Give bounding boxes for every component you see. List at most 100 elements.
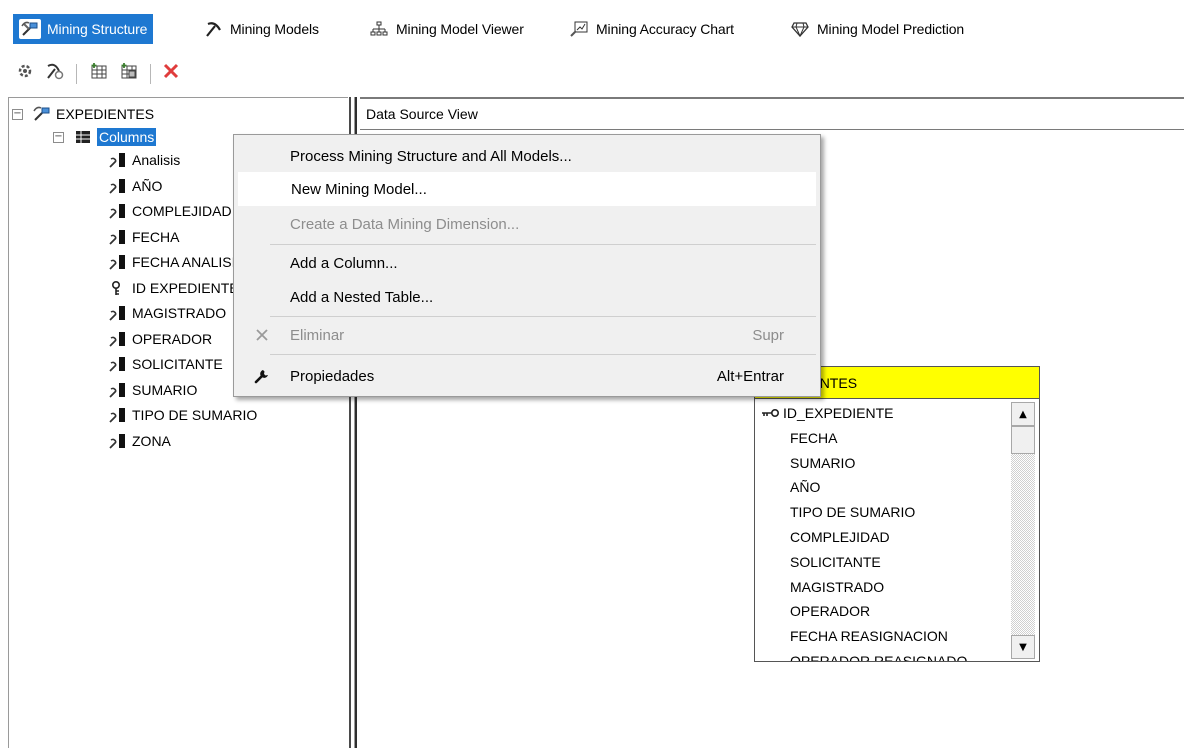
tree-column-label: AÑO [132, 177, 163, 194]
tree-root-label: EXPEDIENTES [56, 106, 155, 122]
tab-mining-accuracy-chart[interactable]: Mining Accuracy Chart [562, 14, 740, 44]
menu-item-process[interactable]: Process Mining Structure and All Models.… [238, 139, 816, 173]
table-column-row[interactable]: AÑO [761, 475, 820, 499]
mining-model-button[interactable] [42, 60, 68, 84]
table-column-row[interactable]: MAGISTRADO [761, 575, 884, 599]
dsv-title: Data Source View [366, 106, 478, 122]
table-column-row[interactable]: OPERADOR [761, 599, 870, 623]
add-nested-table-button[interactable] [116, 60, 142, 84]
table-column-row[interactable]: FECHA REASIGNACION [761, 624, 948, 648]
close-icon [252, 325, 272, 345]
tree-column-item[interactable]: COMPLEJIDAD [109, 201, 232, 221]
table-column-row[interactable]: SOLICITANTE [761, 550, 881, 574]
tree-column-item[interactable]: Analisis [109, 150, 180, 170]
add-column-button[interactable] [86, 60, 112, 84]
column-icon [109, 407, 127, 423]
process-button[interactable] [12, 60, 38, 84]
table-scrollbar[interactable]: ▲ ▼ [1011, 402, 1035, 659]
column-icon [109, 382, 127, 398]
column-icon [109, 152, 127, 168]
tree-columns-node[interactable]: − Columns [53, 127, 157, 147]
tree-column-item[interactable]: OPERADOR [109, 329, 212, 349]
tree-column-item[interactable]: SUMARIO [109, 380, 197, 400]
tab-label: Mining Accuracy Chart [596, 21, 734, 37]
tab-mining-model-prediction[interactable]: Mining Model Prediction [783, 14, 970, 44]
tree-column-item[interactable]: MAGISTRADO [109, 303, 226, 323]
scroll-down-button[interactable]: ▼ [1011, 635, 1035, 659]
mining-structure-icon [33, 106, 51, 122]
dsv-header: Data Source View [360, 97, 1184, 130]
menu-item-new-mining-model[interactable]: New Mining Model... [238, 172, 816, 206]
tree-column-item[interactable]: SOLICITANTE [109, 354, 223, 374]
menu-item-create-dimension[interactable]: Create a Data Mining Dimension... [238, 207, 816, 241]
tab-label: Mining Model Prediction [817, 21, 965, 37]
menu-item-label: Process Mining Structure and All Models.… [290, 147, 572, 165]
menu-item-shortcut: Supr [752, 326, 784, 344]
add-column-icon [90, 62, 108, 83]
table-column-row[interactable]: COMPLEJIDAD [761, 525, 890, 549]
menu-item-add-column[interactable]: Add a Column... [238, 246, 816, 280]
table-column-list: ID_EXPEDIENTE FECHA SUMARIO AÑO TIPO DE SUMA… [755, 399, 1009, 661]
column-icon [109, 356, 127, 372]
table-column-label: SOLICITANTE [790, 553, 881, 570]
tree-column-label: FECHA [132, 228, 180, 245]
column-icon [109, 305, 127, 321]
table-column-label: OPERADOR REASIGNADO [790, 653, 968, 661]
scroll-track[interactable] [1011, 426, 1035, 635]
table-column-label: COMPLEJIDAD [790, 529, 890, 545]
menu-separator [270, 244, 816, 245]
scroll-thumb[interactable] [1011, 426, 1035, 454]
table-column-row[interactable]: ID_EXPEDIENTE [761, 401, 893, 425]
tree-column-item[interactable]: FECHA [109, 227, 179, 247]
menu-separator [270, 316, 816, 317]
wrench-icon [252, 366, 272, 386]
table-column-label: FECHA REASIGNACION [790, 628, 948, 645]
table-column-label: AÑO [790, 479, 821, 496]
tab-mining-structure[interactable]: Mining Structure [13, 14, 154, 44]
menu-item-label: Eliminar [290, 326, 345, 344]
tree-column-label: ID EXPEDIENTE [132, 279, 239, 296]
collapse-toggle[interactable]: − [53, 131, 64, 143]
mining-model-icon [45, 62, 65, 83]
tree-column-item[interactable]: FECHA ANALISIS [109, 252, 245, 272]
tab-label: Mining Structure [47, 21, 148, 37]
tab-mining-model-viewer[interactable]: Mining Model Viewer [362, 14, 530, 44]
menu-item-label: Add a Column... [290, 254, 398, 272]
dsv-table-expedientes[interactable]: EXPEDIENTES ID_EXPEDIENTEFECHASUMARIOAÑO… [754, 366, 1040, 662]
column-icon [109, 229, 127, 245]
column-icon [109, 203, 127, 219]
scroll-up-button[interactable]: ▲ [1011, 402, 1035, 426]
tree-column-item[interactable]: ZONA [109, 431, 171, 451]
collapse-toggle[interactable]: − [12, 108, 23, 120]
tree-column-item[interactable]: TIPO DE SUMARIO [109, 405, 257, 425]
delete-button[interactable] [158, 60, 184, 84]
menu-item-label: Create a Data Mining Dimension... [290, 215, 520, 233]
gem-icon [789, 19, 811, 39]
menu-item-label: New Mining Model... [291, 180, 427, 198]
add-nested-table-icon [120, 62, 138, 83]
tree-column-label: FECHA ANALISIS [132, 254, 245, 270]
tree-column-item[interactable]: AÑO [109, 176, 162, 196]
tree-root-node[interactable]: − EXPEDIENTES [12, 104, 154, 124]
table-column-row[interactable]: SUMARIO [761, 451, 855, 475]
table-column-label: OPERADOR [790, 603, 871, 620]
tree-column-label: ZONA [132, 432, 171, 449]
menu-item-eliminar[interactable]: Eliminar Supr [238, 318, 816, 352]
menu-item-propiedades[interactable]: Propiedades Alt+Entrar [238, 359, 816, 393]
column-icon [109, 254, 127, 270]
tree-column-item[interactable]: ID EXPEDIENTE [109, 278, 239, 298]
menu-separator [270, 354, 816, 355]
column-icon [109, 178, 127, 194]
table-column-label: FECHA [790, 429, 838, 446]
delete-icon [162, 62, 180, 83]
key-column-icon [109, 280, 127, 296]
column-icon [109, 433, 127, 449]
tree-column-label: OPERADOR [132, 330, 213, 347]
tab-mining-models[interactable]: Mining Models [196, 14, 325, 44]
table-column-row[interactable]: FECHA [761, 426, 837, 450]
toolbar-separator [76, 64, 77, 84]
table-column-row[interactable]: TIPO DE SUMARIO [761, 500, 915, 524]
tab-label: Mining Models [230, 21, 319, 37]
table-column-row[interactable]: OPERADOR REASIGNADO [761, 649, 967, 661]
menu-item-add-nested-table[interactable]: Add a Nested Table... [238, 280, 816, 314]
